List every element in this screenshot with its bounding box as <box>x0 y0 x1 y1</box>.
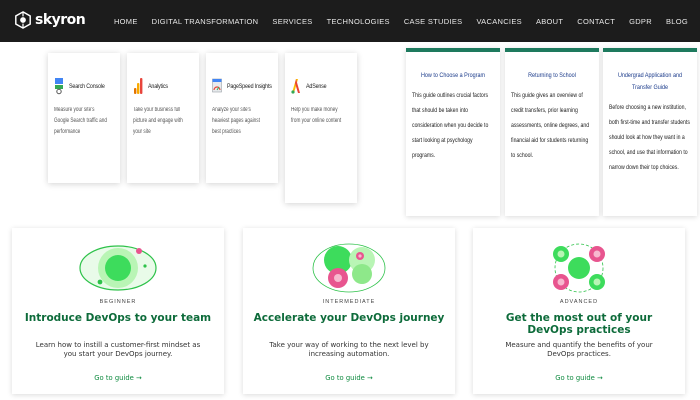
level-label: BEGINNER <box>99 299 137 305</box>
top-navigation: skyron HOME DIGITAL TRANSFORMATION SERVI… <box>0 0 700 42</box>
tool-description: Take your business full picture and enga… <box>133 107 183 135</box>
devops-card-advanced: ADVANCED Get the most out of your DevOps… <box>473 228 685 394</box>
advanced-network-illustration <box>553 243 605 293</box>
guide-title[interactable]: Returning to School <box>519 70 585 82</box>
level-label: INTERMEDIATE <box>322 299 376 305</box>
go-to-guide-link[interactable]: Go to guide → <box>12 374 224 382</box>
nav-case-studies[interactable]: CASE STUDIES <box>404 17 463 26</box>
guide-card: Undergrad Application and Transfer Guide… <box>603 48 697 216</box>
nav-about[interactable]: ABOUT <box>536 17 563 26</box>
devops-description: Measure and quantify the benefits of you… <box>505 341 653 358</box>
tool-card-pagespeed-insights[interactable]: PageSpeed Insights Analyze your site's h… <box>206 53 278 183</box>
nav-links: HOME DIGITAL TRANSFORMATION SERVICES TEC… <box>114 0 688 42</box>
beginner-orbit-illustration <box>79 245 157 291</box>
guide-text: This guide gives an overview of credit t… <box>511 92 590 159</box>
tool-card-analytics[interactable]: Analytics Take your business full pictur… <box>127 53 199 183</box>
tool-name: Analytics <box>148 82 168 90</box>
go-to-guide-link[interactable]: Go to guide → <box>243 374 455 382</box>
analytics-icon <box>134 78 143 94</box>
nav-vacancies[interactable]: VACANCIES <box>476 17 522 26</box>
devops-description: Take your way of working to the next lev… <box>269 341 429 358</box>
nav-contact[interactable]: CONTACT <box>577 17 615 26</box>
go-to-guide-link[interactable]: Go to guide → <box>473 374 685 382</box>
guide-title[interactable]: Undergrad Application and Transfer Guide <box>617 70 683 94</box>
devops-title: Get the most out of your DevOps practice… <box>505 312 653 336</box>
intermediate-cluster-illustration <box>312 243 386 293</box>
skyron-logo[interactable]: skyron <box>14 11 86 29</box>
devops-title: Accelerate your DevOps journey <box>253 312 445 324</box>
nav-digital-transformation[interactable]: DIGITAL TRANSFORMATION <box>152 17 259 26</box>
nav-blog[interactable]: BLOG <box>666 17 688 26</box>
search-console-icon <box>55 78 63 95</box>
tool-name: Search Console <box>69 82 105 90</box>
guide-card: Returning to School This guide gives an … <box>505 48 599 216</box>
guide-card: How to Choose a Program This guide outli… <box>406 48 500 216</box>
nav-home[interactable]: HOME <box>114 17 138 26</box>
tool-card-search-console[interactable]: Search Console Measure your site's Googl… <box>48 53 120 183</box>
level-label: ADVANCED <box>559 299 599 305</box>
nav-gdpr[interactable]: GDPR <box>629 17 652 26</box>
nav-technologies[interactable]: TECHNOLOGIES <box>327 17 390 26</box>
tool-name: PageSpeed Insights <box>227 82 272 90</box>
devops-description: Learn how to instill a customer-first mi… <box>35 341 201 358</box>
guide-text: Before choosing a new institution, both … <box>609 104 690 171</box>
adsense-icon <box>291 79 300 94</box>
tool-description: Measure your site's Google Search traffi… <box>54 107 107 135</box>
logo-text: skyron <box>35 12 86 28</box>
devops-title: Introduce DevOps to your team <box>24 312 212 324</box>
skyron-logo-icon <box>15 11 31 29</box>
tool-description: Analyze your site's heaviest pages again… <box>212 107 260 135</box>
tool-name: AdSense <box>306 82 327 90</box>
guide-text: This guide outlines crucial factors that… <box>412 92 489 159</box>
devops-card-beginner: BEGINNER Introduce DevOps to your team L… <box>12 228 224 394</box>
guide-title[interactable]: How to Choose a Program <box>420 70 486 82</box>
devops-card-intermediate: INTERMEDIATE Accelerate your DevOps jour… <box>243 228 455 394</box>
tool-card-adsense[interactable]: AdSense Help you make money from your on… <box>285 53 357 203</box>
nav-services[interactable]: SERVICES <box>272 17 312 26</box>
tool-description: Help you make money from your online con… <box>291 107 342 124</box>
pagespeed-icon <box>212 78 222 93</box>
